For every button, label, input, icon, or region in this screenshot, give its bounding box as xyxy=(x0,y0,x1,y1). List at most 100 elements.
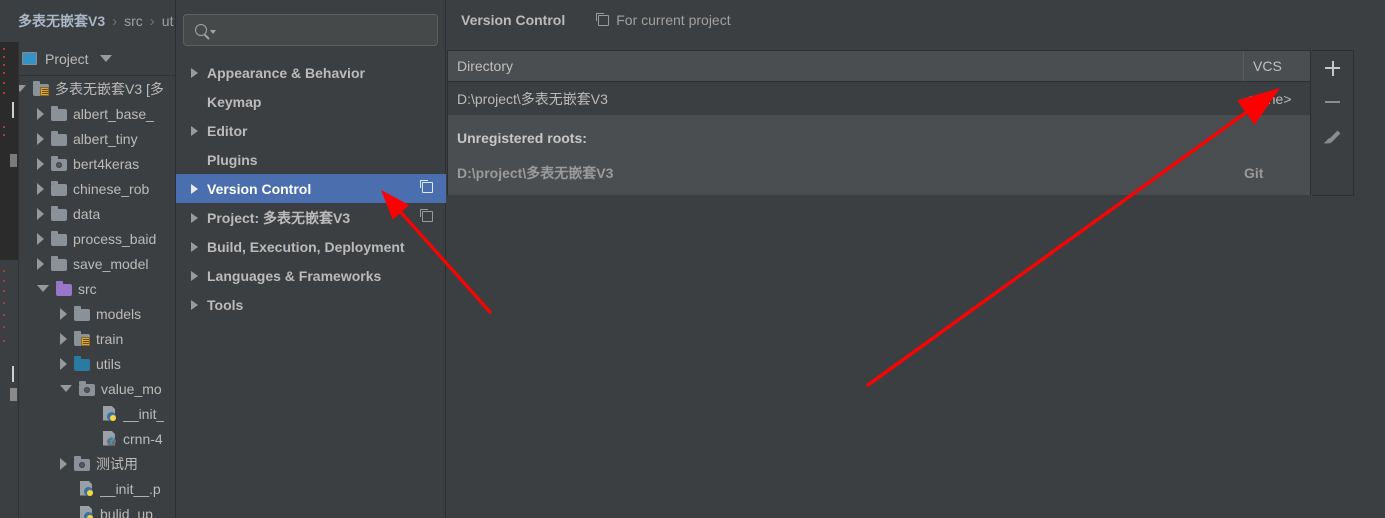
copy-icon xyxy=(596,12,610,26)
tree-item-label: 测试用 xyxy=(96,455,138,472)
python-unknown-file-icon: ? xyxy=(103,430,117,447)
scope-indicator[interactable]: For current project xyxy=(596,12,731,28)
settings-menu-item-appearance-behavior[interactable]: Appearance & Behavior xyxy=(176,58,446,87)
python-file-icon xyxy=(80,505,94,518)
table-group-header[interactable]: Unregistered roots: xyxy=(448,125,1310,151)
settings-menu-item-editor[interactable]: Editor xyxy=(176,116,446,145)
settings-search[interactable] xyxy=(183,14,438,47)
chevron-right-icon[interactable] xyxy=(37,157,44,170)
cell-directory: D:\project\多表无嵌套V3 xyxy=(457,165,614,181)
tree-item-label: utils xyxy=(96,355,121,372)
column-header-vcs[interactable]: VCS xyxy=(1244,51,1310,81)
folder-icon xyxy=(51,130,67,146)
table-body: D:\project\多表无嵌套V3 <none> Unregistered roo… xyxy=(448,82,1310,195)
chevron-right-icon[interactable] xyxy=(60,457,67,470)
editor-markers-sliver xyxy=(0,260,18,518)
settings-menu-item-plugins[interactable]: Plugins xyxy=(176,145,446,174)
tree-item-label: crnn-4 xyxy=(123,430,163,447)
edit-button[interactable] xyxy=(1312,119,1353,153)
chevron-right-icon[interactable] xyxy=(37,232,44,245)
table-row[interactable]: D:\project\多表无嵌套V3 <none> xyxy=(448,82,1310,115)
chevron-down-icon[interactable] xyxy=(37,285,49,292)
settings-menu-item-languages-frameworks[interactable]: Languages & Frameworks xyxy=(176,261,446,290)
folder-icon xyxy=(51,205,67,221)
tree-item-label: train xyxy=(96,330,124,347)
folder-icon xyxy=(79,380,95,396)
settings-menu-item-label: Appearance & Behavior xyxy=(207,64,365,81)
breadcrumb-item-1[interactable]: src xyxy=(124,13,143,29)
cell-directory: Unregistered roots: xyxy=(457,130,587,146)
settings-menu-item-label: Tools xyxy=(207,296,244,313)
breadcrumb-item-0[interactable]: 多表无嵌套V3 xyxy=(18,11,105,31)
tree-item-label: save_model xyxy=(73,255,149,272)
search-input[interactable] xyxy=(218,15,432,47)
vcs-directory-mappings-table[interactable]: Directory VCS D:\project\多表无嵌套V3 <none> Un… xyxy=(447,50,1311,195)
scope-label: For current project xyxy=(616,12,731,28)
settings-menu-item-tools[interactable]: Tools xyxy=(176,290,446,319)
chevron-down-icon[interactable] xyxy=(210,30,216,34)
chevron-right-icon[interactable] xyxy=(191,212,198,223)
chevron-right-icon[interactable] xyxy=(37,257,44,270)
cell-vcs: <none> xyxy=(1244,90,1292,107)
copy-icon[interactable] xyxy=(420,180,433,193)
settings-menu-item-version-control[interactable]: Version Control xyxy=(176,174,446,203)
python-file-icon xyxy=(103,405,117,422)
remove-button[interactable] xyxy=(1312,85,1353,119)
settings-menu-item-label: Project: 多表无嵌套V3 xyxy=(207,209,351,226)
editor-gutter-sliver xyxy=(0,42,18,260)
breadcrumb-item-2[interactable]: ut xyxy=(162,13,174,29)
tree-item-label: __init__.p xyxy=(100,480,161,497)
tree-item-label: 多表无嵌套V3 [多 xyxy=(55,80,164,97)
folder-icon xyxy=(74,355,90,371)
chevron-right-icon[interactable] xyxy=(60,307,67,320)
tree-item-label: albert_base_ xyxy=(73,105,154,122)
settings-menu-item-keymap[interactable]: Keymap xyxy=(176,87,446,116)
tree-item-label: data xyxy=(73,205,101,222)
settings-menu-item-project-v3[interactable]: Project: 多表无嵌套V3 xyxy=(176,203,446,232)
copy-icon[interactable] xyxy=(420,209,433,222)
panel-divider xyxy=(18,42,19,518)
tree-item-label: albert_tiny xyxy=(73,130,138,147)
tree-item-label: value_mo xyxy=(101,380,162,397)
table-row[interactable]: D:\project\多表无嵌套V3 Git xyxy=(448,151,1310,195)
tree-item-label: src xyxy=(78,280,97,297)
settings-dialog: Appearance & Behavior Keymap Editor Plugins… xyxy=(175,0,1385,518)
settings-menu[interactable]: Appearance & Behavior Keymap Editor Plugins… xyxy=(176,58,446,319)
chevron-right-icon[interactable] xyxy=(191,125,198,136)
settings-menu-item-label: Plugins xyxy=(207,151,258,168)
cell-directory: D:\project\多表无嵌套V3 xyxy=(457,90,608,107)
chevron-right-icon[interactable] xyxy=(60,357,67,370)
chevron-right-icon[interactable] xyxy=(37,207,44,220)
settings-menu-item-build-execution-deployment[interactable]: Build, Execution, Deployment xyxy=(176,232,446,261)
chevron-right-icon[interactable] xyxy=(191,67,198,78)
tree-item-label: bulid_up xyxy=(100,505,153,518)
folder-icon xyxy=(74,330,90,346)
chevron-right-icon[interactable] xyxy=(191,299,198,310)
settings-detail-panel: Version Control For current project Dire… xyxy=(447,0,1385,518)
tree-item-label: bert4keras xyxy=(73,155,140,172)
settings-menu-item-label: Version Control xyxy=(207,180,312,197)
chevron-right-icon[interactable] xyxy=(191,241,198,252)
tree-item-label: chinese_rob xyxy=(73,180,150,197)
column-header-directory[interactable]: Directory xyxy=(448,51,1244,81)
chevron-right-icon[interactable] xyxy=(191,183,198,194)
detail-panel-header: Version Control For current project xyxy=(461,12,731,28)
settings-menu-item-label: Build, Execution, Deployment xyxy=(207,238,405,255)
add-button[interactable] xyxy=(1312,51,1353,85)
folder-icon xyxy=(51,105,67,121)
folder-icon xyxy=(51,230,67,246)
settings-menu-item-label: Editor xyxy=(207,122,248,139)
chevron-right-icon[interactable] xyxy=(37,107,44,120)
chevron-right-icon[interactable] xyxy=(60,332,67,345)
chevron-right-icon[interactable] xyxy=(37,182,44,195)
python-file-icon xyxy=(80,480,94,497)
chevron-right-icon[interactable] xyxy=(191,270,198,281)
folder-icon xyxy=(33,80,49,96)
settings-menu-item-label: Keymap xyxy=(207,93,262,110)
chevron-down-icon[interactable] xyxy=(60,385,72,392)
chevron-right-icon[interactable] xyxy=(37,132,44,145)
settings-category-panel: Appearance & Behavior Keymap Editor Plugins… xyxy=(176,0,446,518)
chevron-down-icon[interactable] xyxy=(99,55,112,62)
project-icon xyxy=(22,52,37,65)
folder-icon xyxy=(51,155,67,171)
